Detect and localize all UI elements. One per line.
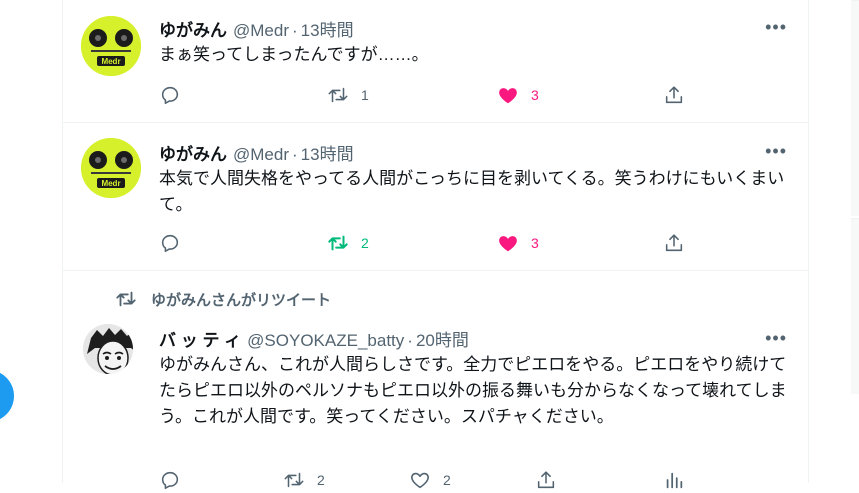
display-name[interactable]: ゆがみん — [159, 21, 227, 40]
avatar[interactable] — [83, 324, 133, 374]
tweet-text: まぁ笑ってしまったんですが……。 — [159, 45, 429, 64]
display-name[interactable]: ゆがみん — [159, 145, 227, 164]
retweet-count: 2 — [317, 472, 325, 488]
like-icon — [411, 472, 429, 489]
retweet-icon — [328, 87, 348, 103]
manga-portrait-avatar-icon — [83, 324, 133, 374]
compose-fab-icon[interactable] — [0, 370, 14, 422]
tweet-header: バ ッ テ ィ @SOYOKAZE_batty · 20時間 — [159, 326, 469, 351]
like-button[interactable]: 2 — [409, 469, 451, 491]
reply-icon — [161, 86, 179, 105]
share-button[interactable] — [663, 84, 685, 106]
right-column-edge — [851, 0, 859, 483]
tweet-header: ゆがみん @Medr · 13時間 — [159, 140, 354, 165]
tweet-actions: 2 3 — [159, 232, 699, 256]
timestamp[interactable]: 13時間 — [301, 21, 354, 40]
timestamp[interactable]: 13時間 — [301, 145, 354, 164]
tweet-text: ゆがみんさん、これが人間らしさです。全力でピエロをやる。ピエロをやり続けてたらピ… — [159, 355, 787, 426]
like-icon — [499, 236, 517, 252]
timeline: Medr ゆがみん @Medr · 13時間 ••• まぁ笑ってしまったんですが……。… — [62, 0, 809, 490]
avatar[interactable]: Medr — [81, 138, 141, 198]
retweet-button[interactable]: 2 — [327, 232, 369, 254]
share-button[interactable] — [535, 469, 557, 491]
reply-icon — [161, 234, 179, 253]
reply-icon — [161, 471, 179, 490]
tweet-item[interactable]: Medr ゆがみん @Medr · 13時間 ••• まぁ笑ってしまったんですが……。… — [63, 0, 809, 123]
tweet-item[interactable]: Medr ゆがみん @Medr · 13時間 ••• 本気で人間失格をやってる人間がこ… — [63, 123, 809, 271]
effects-pedal-avatar-icon: Medr — [81, 138, 141, 198]
analytics-button[interactable] — [663, 469, 685, 491]
more-icon[interactable]: ••• — [765, 142, 787, 160]
separator-dot: · — [407, 331, 413, 350]
reply-button[interactable] — [159, 232, 193, 254]
svg-text:Medr: Medr — [101, 179, 120, 188]
display-name[interactable]: バ ッ テ ィ — [159, 331, 241, 350]
user-handle[interactable]: @Medr — [233, 21, 289, 40]
separator-dot: · — [292, 145, 298, 164]
reply-button[interactable] — [159, 469, 193, 491]
like-button[interactable]: 3 — [497, 232, 539, 254]
share-icon — [665, 86, 683, 104]
retweet-count: 2 — [361, 235, 369, 251]
retweeted-by-label[interactable]: ゆがみんさんがリツイート — [115, 288, 331, 310]
more-icon[interactable]: ••• — [765, 329, 787, 347]
like-count: 3 — [531, 235, 539, 251]
retweet-icon — [328, 235, 348, 251]
retweet-icon — [284, 472, 304, 488]
reply-button[interactable] — [159, 84, 193, 106]
avatar[interactable]: Medr — [81, 16, 141, 76]
tweet-actions: 2 2 — [159, 469, 699, 493]
effects-pedal-avatar-icon: Medr — [81, 16, 141, 76]
more-icon[interactable]: ••• — [765, 18, 787, 36]
like-count: 3 — [531, 87, 539, 103]
share-button[interactable] — [663, 232, 685, 254]
tweet-text: 本気で人間失格をやってる人間がこっちに目を剥いてくる。笑うわけにもいくまいて。 — [159, 169, 785, 214]
tweet-header: ゆがみん @Medr · 13時間 — [159, 16, 354, 41]
svg-text:Medr: Medr — [101, 57, 120, 66]
like-button[interactable]: 3 — [497, 84, 539, 106]
retweet-icon — [116, 291, 136, 307]
like-icon — [499, 88, 517, 104]
user-handle[interactable]: @Medr — [233, 145, 289, 164]
share-icon — [665, 234, 683, 252]
user-handle[interactable]: @SOYOKAZE_batty — [247, 331, 404, 350]
retweet-count: 1 — [361, 87, 369, 103]
like-count: 2 — [443, 472, 451, 488]
right-panel-card-bottom — [851, 218, 859, 394]
retweet-button[interactable]: 2 — [283, 469, 325, 491]
separator-dot: · — [292, 21, 298, 40]
share-icon — [537, 471, 555, 489]
tweet-actions: 1 3 — [159, 84, 699, 108]
retweet-button[interactable]: 1 — [327, 84, 369, 106]
right-panel-card-top — [851, 0, 859, 216]
retweeted-by-text: ゆがみんさんがリツイート — [151, 291, 332, 309]
timestamp[interactable]: 20時間 — [416, 331, 469, 350]
analytics-icon — [666, 472, 683, 489]
tweet-item[interactable]: ゆがみんさんがリツイート バ ッ テ ィ @SOYOKAZE_batty · 20時間… — [63, 271, 809, 490]
